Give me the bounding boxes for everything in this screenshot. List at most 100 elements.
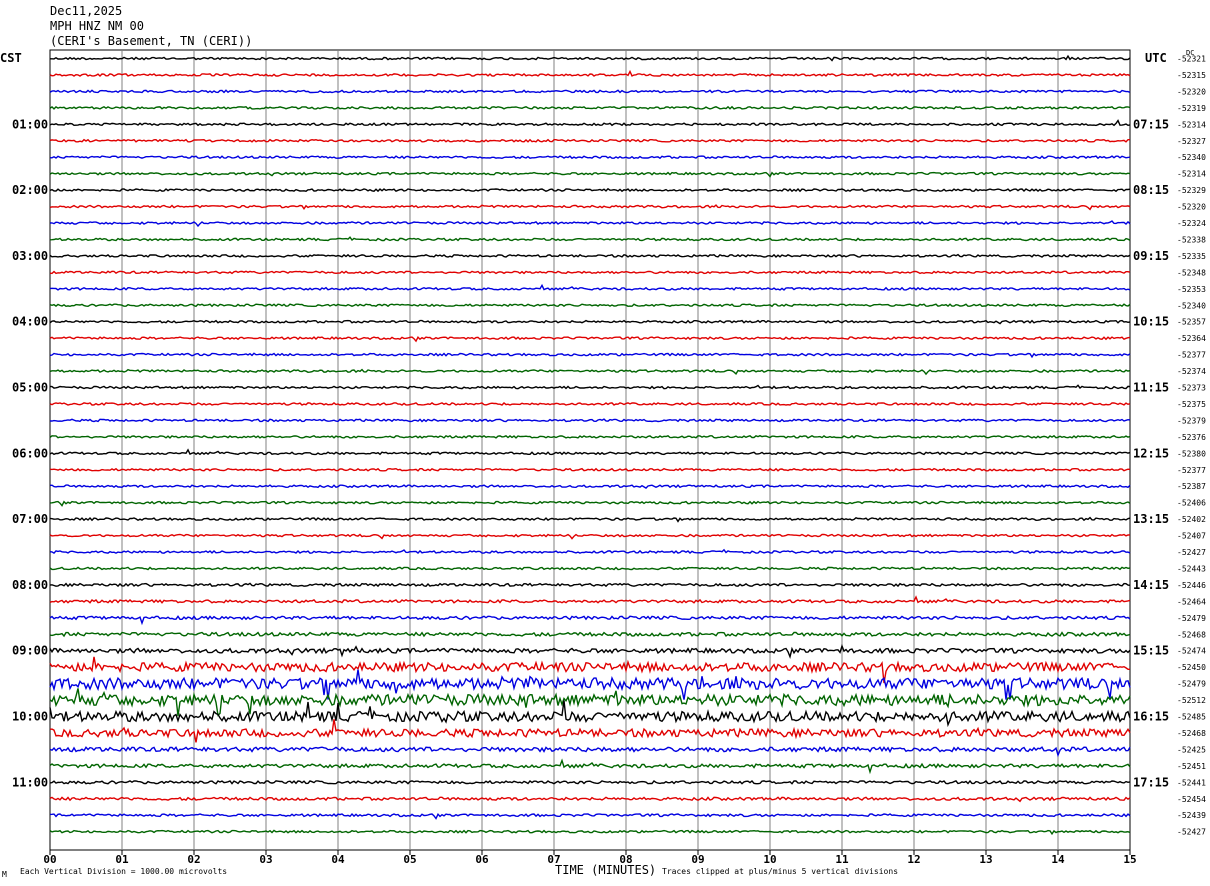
dc-offset-label: -52375 bbox=[1177, 400, 1206, 409]
trace-line bbox=[49, 368, 1131, 376]
dc-offset-label: -52387 bbox=[1177, 482, 1206, 491]
dc-offset-label: -52377 bbox=[1177, 351, 1206, 360]
right-time-label: 14:15 bbox=[1133, 578, 1169, 592]
dc-offset-label: -52439 bbox=[1177, 811, 1206, 820]
x-tick-label: 02 bbox=[187, 853, 200, 866]
dc-offset-label: -52340 bbox=[1177, 301, 1206, 310]
trace-line bbox=[49, 700, 1131, 728]
left-time-label: 06:00 bbox=[12, 446, 48, 460]
trace-line bbox=[49, 516, 1131, 523]
x-tick-label: 15 bbox=[1123, 853, 1136, 866]
right-time-label: 08:15 bbox=[1133, 183, 1169, 197]
trace-line bbox=[49, 829, 1131, 836]
dc-offset-label: -52314 bbox=[1177, 120, 1206, 129]
dc-offset-label: -52314 bbox=[1177, 170, 1206, 179]
dc-offset-label: -52338 bbox=[1177, 235, 1206, 244]
dc-offset-label: -52468 bbox=[1177, 630, 1206, 639]
trace-line bbox=[49, 779, 1131, 785]
x-tick-label: 00 bbox=[43, 853, 56, 866]
dc-offset-label: -52443 bbox=[1177, 564, 1206, 573]
dc-offset-label: -52329 bbox=[1177, 186, 1206, 195]
dc-offset-label: -52464 bbox=[1177, 597, 1206, 606]
dc-offset-label: -52379 bbox=[1177, 416, 1206, 425]
helicorder-plot: 00 01 02 03 04 05 06 07 08 09 10 11 12 13 14 15-52321-5… bbox=[12, 49, 1206, 866]
scale-note: Each Vertical Division = 1000.00 microvo… bbox=[20, 867, 228, 876]
trace-line bbox=[49, 656, 1130, 684]
dc-offset-label: -52377 bbox=[1177, 466, 1206, 475]
right-time-label: 16:15 bbox=[1133, 710, 1169, 724]
left-time-label: 10:00 bbox=[12, 710, 48, 724]
dc-offset-label: -52353 bbox=[1177, 285, 1206, 294]
dc-offset-label: -52320 bbox=[1177, 203, 1206, 212]
x-axis-title: TIME (MINUTES) bbox=[555, 863, 657, 877]
dc-offset-label: -52479 bbox=[1177, 614, 1206, 623]
dc-offset-label: -52320 bbox=[1177, 87, 1206, 96]
trace-line bbox=[49, 745, 1131, 758]
trace-line bbox=[49, 796, 1131, 803]
dc-offset-label: -52402 bbox=[1177, 515, 1206, 524]
trace-line bbox=[50, 418, 1131, 423]
trace-line bbox=[49, 204, 1131, 211]
trace-line bbox=[49, 448, 1131, 456]
dc-offset-label: -52364 bbox=[1177, 334, 1206, 343]
trace-line bbox=[49, 105, 1131, 110]
dc-offset-label: -52474 bbox=[1177, 647, 1206, 656]
dc-offset-label: -52450 bbox=[1177, 663, 1206, 672]
right-time-label: 12:15 bbox=[1133, 446, 1169, 460]
right-time-label: 10:15 bbox=[1133, 315, 1169, 329]
dc-offset-label: -52468 bbox=[1177, 729, 1206, 738]
trace-line bbox=[49, 236, 1131, 242]
trace-line bbox=[49, 336, 1131, 343]
plot-frame bbox=[49, 49, 1131, 851]
trace-line bbox=[49, 566, 1131, 571]
dc-offset-label: -52427 bbox=[1177, 548, 1206, 557]
trace-line bbox=[49, 669, 1131, 700]
dc-offset-label: -52407 bbox=[1177, 532, 1206, 541]
left-time-label: 03:00 bbox=[12, 249, 48, 263]
right-time-label: 13:15 bbox=[1133, 512, 1169, 526]
dc-offset-label: -52479 bbox=[1177, 680, 1206, 689]
x-tick-label: 05 bbox=[403, 853, 416, 866]
trace-line bbox=[49, 171, 1131, 178]
x-tick-label: 14 bbox=[1051, 853, 1065, 866]
dc-offset-label: -52335 bbox=[1177, 252, 1206, 261]
dc-offset-label: -52319 bbox=[1177, 104, 1206, 113]
x-tick-label: 03 bbox=[259, 853, 272, 866]
left-time-label: 09:00 bbox=[12, 644, 48, 658]
dc-offset-label: -52321 bbox=[1177, 55, 1206, 64]
left-time-label: 11:00 bbox=[12, 775, 48, 789]
trace-line bbox=[49, 582, 1131, 588]
dc-offset-label: -52373 bbox=[1177, 384, 1206, 393]
dc-offset-label: -52485 bbox=[1177, 713, 1206, 722]
right-time-label: 09:15 bbox=[1133, 249, 1169, 263]
dc-offset-label: -52324 bbox=[1177, 219, 1206, 228]
dc-offset-label: -52374 bbox=[1177, 367, 1206, 376]
corner-mark: M bbox=[2, 870, 7, 879]
dc-offset-label: -52376 bbox=[1177, 433, 1206, 442]
trace-line bbox=[49, 319, 1131, 325]
clip-note: Traces clipped at plus/minus 5 vertical … bbox=[662, 867, 899, 876]
trace-line bbox=[49, 384, 1131, 390]
dc-offset-label: -52380 bbox=[1177, 449, 1206, 458]
trace-line bbox=[49, 119, 1131, 127]
trace-line bbox=[49, 220, 1131, 228]
trace-line bbox=[49, 643, 1131, 659]
right-time-label: 07:15 bbox=[1133, 117, 1169, 131]
x-tick-label: 11 bbox=[835, 853, 849, 866]
trace-line bbox=[49, 270, 1131, 275]
dc-offset-label: -52327 bbox=[1177, 137, 1206, 146]
trace-line bbox=[49, 595, 1131, 604]
trace-line bbox=[49, 303, 1131, 308]
left-time-label: 01:00 bbox=[12, 117, 48, 131]
trace-line bbox=[49, 719, 1131, 743]
left-time-label: 05:00 bbox=[12, 381, 48, 395]
trace-line bbox=[49, 688, 1131, 717]
dc-offset-label: -52425 bbox=[1177, 745, 1206, 754]
dc-offset-label: -52512 bbox=[1177, 696, 1206, 705]
right-time-label: 15:15 bbox=[1133, 644, 1169, 658]
trace-line bbox=[49, 631, 1131, 638]
x-tick-label: 04 bbox=[331, 853, 345, 866]
x-tick-label: 12 bbox=[907, 853, 920, 866]
x-tick-label: 09 bbox=[691, 853, 704, 866]
trace-line bbox=[49, 434, 1131, 439]
